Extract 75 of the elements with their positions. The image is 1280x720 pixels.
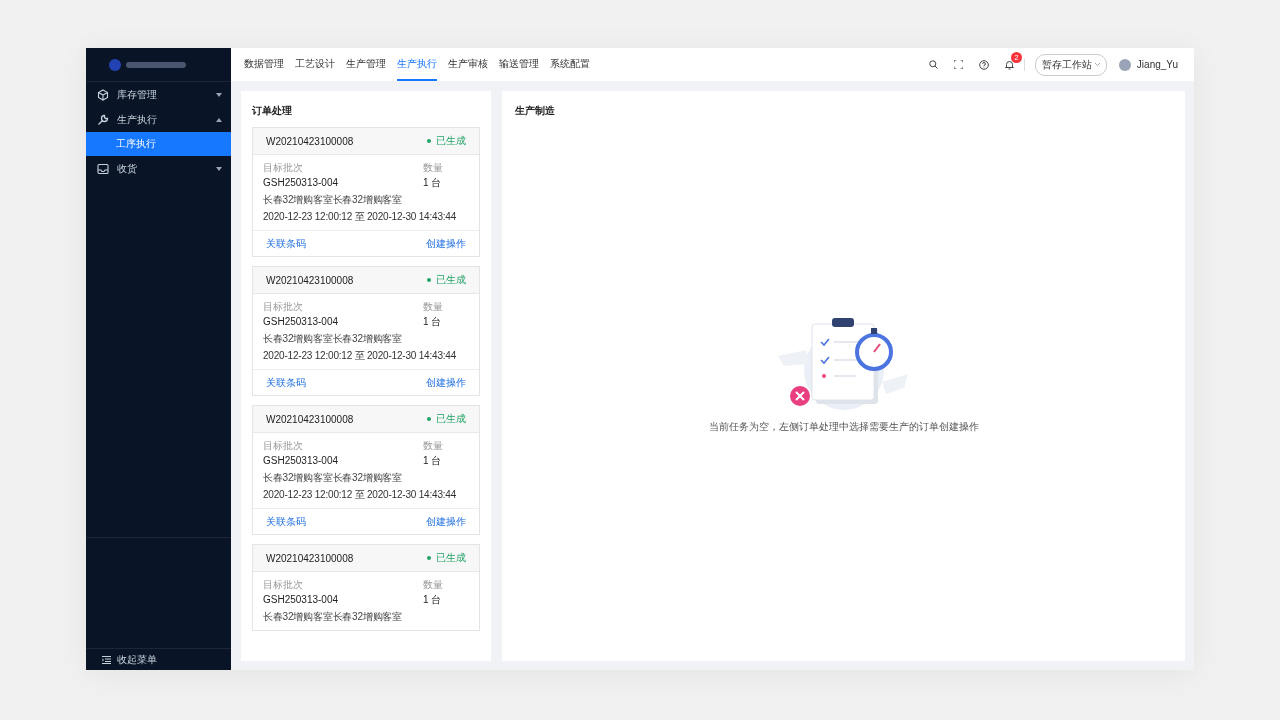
nav-tab[interactable]: 生产审核 bbox=[448, 48, 488, 81]
batch-value: GSH250313-004 bbox=[263, 455, 339, 467]
order-status: 已生成 bbox=[436, 412, 466, 426]
batch-value: GSH250313-004 bbox=[263, 594, 339, 606]
cube-icon bbox=[97, 88, 109, 101]
create-operation-link[interactable]: 创建操作 bbox=[426, 375, 466, 390]
link-barcode-link[interactable]: 关联条码 bbox=[266, 236, 306, 251]
link-barcode-link[interactable]: 关联条码 bbox=[266, 514, 306, 529]
order-number: W20210423100008 bbox=[266, 413, 354, 425]
quantity-value: 1 台 bbox=[423, 594, 442, 606]
sidebar-submenu-item[interactable]: 工序执行 bbox=[86, 132, 231, 156]
quantity-label: 数量 bbox=[423, 301, 443, 313]
order-status: 已生成 bbox=[436, 551, 466, 565]
caret-down-icon bbox=[216, 92, 222, 97]
batch-label: 目标批次 bbox=[263, 301, 303, 313]
quantity-label: 数量 bbox=[423, 162, 443, 174]
inbox-icon bbox=[97, 162, 109, 175]
location-text: 长春32增购客室长春32增购客室 bbox=[263, 333, 404, 345]
notification-bell-icon[interactable] bbox=[1004, 59, 1014, 70]
help-icon[interactable] bbox=[978, 59, 989, 70]
fullscreen-icon[interactable] bbox=[953, 60, 963, 69]
nav-tab[interactable]: 系统配置 bbox=[550, 48, 590, 81]
nav-tab[interactable]: 生产执行 bbox=[397, 48, 437, 81]
link-barcode-link[interactable]: 关联条码 bbox=[266, 375, 306, 390]
order-card[interactable]: W20210423100008 已生成 目标批次 数量 GSH250313-004 1 台 长春32增购客室长春32增购客室 2020-12-23 12:00:12 至 2020-12-30 14:43:44 关联条码 创建操作 bbox=[252, 405, 480, 535]
order-number: W20210423100008 bbox=[266, 552, 354, 564]
order-status: 已生成 bbox=[436, 273, 466, 287]
quantity-value: 1 台 bbox=[423, 455, 442, 467]
quantity-label: 数量 bbox=[423, 440, 443, 452]
batch-label: 目标批次 bbox=[263, 440, 303, 452]
sidebar-menu-item[interactable]: 生产执行 bbox=[86, 107, 231, 132]
order-status: 已生成 bbox=[436, 134, 466, 148]
time-range-text: 2020-12-23 12:00:12 至 2020-12-30 14:43:44 bbox=[263, 350, 458, 362]
user-name[interactable]: Jiang_Yu bbox=[1136, 59, 1178, 70]
batch-label: 目标批次 bbox=[263, 162, 303, 174]
batch-value: GSH250313-004 bbox=[263, 177, 339, 189]
status-dot-icon bbox=[427, 417, 431, 421]
order-card[interactable]: W20210423100008 已生成 目标批次 数量 GSH250313-004 1 台 长春32增购客室长春32增购客室 2020-12-23 12:00:12 至 2020-12-30 14:43:44 关联条码 创建操作 bbox=[252, 127, 480, 257]
panel-title: 订单处理 bbox=[252, 104, 293, 118]
order-number: W20210423100008 bbox=[266, 135, 354, 147]
menu-fold-icon bbox=[102, 655, 111, 664]
batch-label: 目标批次 bbox=[263, 579, 303, 591]
time-range-text: 2020-12-23 12:00:12 至 2020-12-30 14:43:44 bbox=[263, 211, 458, 223]
wrench-icon bbox=[97, 113, 109, 126]
nav-tab[interactable]: 数据管理 bbox=[244, 48, 284, 81]
order-card[interactable]: W20210423100008 已生成 目标批次 数量 GSH250313-004 1 台 长春32增购客室长春32增购客室 bbox=[252, 544, 480, 631]
status-dot-icon bbox=[427, 278, 431, 282]
panel-title: 生产制造 bbox=[515, 104, 556, 118]
search-icon[interactable] bbox=[928, 60, 938, 69]
order-card[interactable]: W20210423100008 已生成 目标批次 数量 GSH250313-004 1 台 长春32增购客室长春32增购客室 2020-12-23 12:00:12 至 2020-12-30 14:43:44 关联条码 创建操作 bbox=[252, 266, 480, 396]
time-range-text: 2020-12-23 12:00:12 至 2020-12-30 14:43:44 bbox=[263, 489, 458, 501]
chevron-down-icon bbox=[1094, 63, 1100, 66]
caret-up-icon bbox=[216, 117, 222, 122]
workstation-dropdown[interactable]: 暂存工作站 bbox=[1034, 53, 1107, 76]
status-dot-icon bbox=[427, 139, 431, 143]
nav-tab[interactable]: 工艺设计 bbox=[295, 48, 335, 81]
quantity-value: 1 台 bbox=[423, 177, 442, 189]
batch-value: GSH250313-004 bbox=[263, 316, 339, 328]
location-text: 长春32增购客室长春32增购客室 bbox=[263, 611, 404, 623]
order-number: W20210423100008 bbox=[266, 274, 354, 286]
collapse-menu-button[interactable]: 收起菜单 bbox=[86, 648, 231, 670]
empty-state-message: 当前任务为空，左侧订单处理中选择需要生产的订单创建操作 bbox=[708, 420, 979, 434]
blurred-logo-icon bbox=[108, 57, 188, 72]
location-text: 长春32增购客室长春32增购客室 bbox=[263, 472, 404, 484]
location-text: 长春32增购客室长春32增购客室 bbox=[263, 194, 404, 206]
sidebar-menu-item[interactable]: 收货 bbox=[86, 156, 231, 181]
nav-tab[interactable]: 生产管理 bbox=[346, 48, 386, 81]
create-operation-link[interactable]: 创建操作 bbox=[426, 236, 466, 251]
quantity-label: 数量 bbox=[423, 579, 443, 591]
status-dot-icon bbox=[427, 556, 431, 560]
quantity-value: 1 台 bbox=[423, 316, 442, 328]
caret-down-icon bbox=[216, 166, 222, 171]
nav-tab[interactable]: 输送管理 bbox=[499, 48, 539, 81]
create-operation-link[interactable]: 创建操作 bbox=[426, 514, 466, 529]
sidebar-menu-item[interactable]: 库存管理 bbox=[86, 82, 231, 107]
